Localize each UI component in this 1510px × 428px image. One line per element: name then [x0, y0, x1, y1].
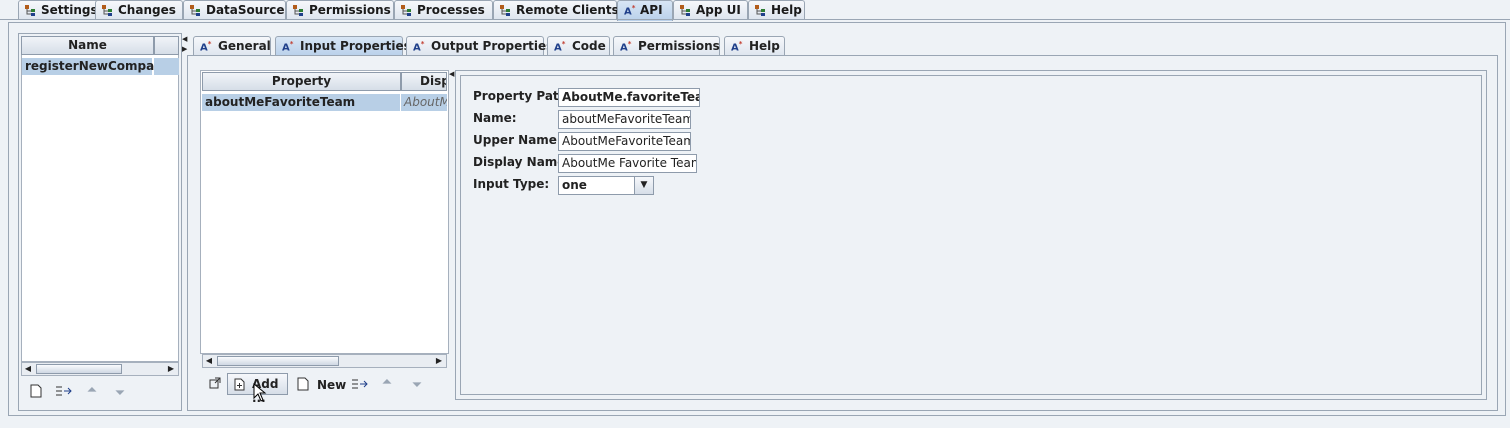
tab-help[interactable]: Help: [748, 0, 805, 20]
scroll-left-icon[interactable]: ◀: [204, 356, 214, 366]
tab-processes[interactable]: Processes: [394, 0, 493, 20]
chevron-down-icon[interactable]: ▼: [634, 176, 654, 195]
tab-label: DataSource: [206, 3, 285, 17]
tab-label: Processes: [417, 3, 485, 17]
tab-api[interactable]: A* API: [617, 0, 673, 21]
tree-icon: [190, 4, 202, 16]
tab-app-ui[interactable]: App UI: [673, 0, 748, 20]
tab-label: Permissions: [309, 3, 391, 17]
scroll-thumb[interactable]: [217, 356, 339, 366]
move-down-icon[interactable]: ⏷: [408, 378, 426, 396]
subtab-label: Permissions: [638, 39, 720, 53]
tab-label: App UI: [696, 3, 741, 17]
splitter-left-arrow-icon[interactable]: ◀: [182, 35, 187, 43]
tree-icon: [755, 4, 767, 16]
column-header-property[interactable]: Property: [202, 72, 401, 91]
subtab-input-properties[interactable]: A* Input Properties: [275, 36, 411, 56]
table-splitter-icon[interactable]: ◀: [449, 70, 454, 78]
open-external-icon[interactable]: [206, 377, 224, 395]
column-header-display[interactable]: Displ: [401, 72, 447, 91]
tab-label: Remote Clients: [516, 3, 619, 17]
tab-label: Help: [771, 3, 802, 17]
table-horizontal-scrollbar[interactable]: ◀ ▶: [202, 354, 447, 368]
subtab-code[interactable]: A* Code: [547, 36, 610, 56]
new-document-icon[interactable]: [27, 384, 45, 402]
column-header-extra[interactable]: [154, 36, 179, 55]
list-horizontal-scrollbar[interactable]: ◀ ▶: [21, 362, 179, 376]
mouse-cursor-icon: [253, 382, 267, 406]
tree-icon: [680, 4, 692, 16]
api-icon: A*: [413, 40, 425, 54]
display-name-field[interactable]: AboutMe Favorite Team: [558, 154, 697, 173]
subtab-label: Code: [572, 39, 606, 53]
name-label: Name:: [473, 111, 517, 125]
upper-name-label: Upper Name:: [473, 133, 562, 147]
api-icon: A*: [554, 40, 566, 54]
tab-label: Settings: [41, 3, 98, 17]
property-table: [200, 70, 449, 354]
tab-remote-clients[interactable]: Remote Clients: [493, 0, 619, 20]
scroll-right-icon[interactable]: ▶: [166, 364, 176, 374]
display-name-label: Display Name:: [473, 155, 571, 169]
api-icon: A*: [624, 4, 636, 18]
api-icon: A*: [200, 40, 212, 54]
list-toolbar: ⏶ ⏷: [21, 378, 179, 408]
export-arrow-icon[interactable]: [351, 377, 369, 395]
tab-strip-border: [0, 19, 1510, 20]
table-cell-display[interactable]: AboutMe: [401, 94, 447, 111]
tree-icon: [102, 4, 114, 16]
subtab-label: Input Properties: [300, 39, 411, 53]
tab-changes[interactable]: Changes: [95, 0, 183, 20]
input-type-select[interactable]: one: [558, 176, 635, 195]
move-down-icon[interactable]: ⏷: [111, 386, 129, 404]
property-toolbar: Add ... New ⏶ ⏷: [200, 371, 449, 405]
splitter-right-arrow-icon[interactable]: ▶: [182, 45, 187, 53]
api-list: [21, 36, 179, 362]
column-header-name[interactable]: Name: [21, 36, 154, 55]
tree-icon: [25, 4, 37, 16]
api-icon: A*: [282, 40, 294, 54]
tree-icon: [293, 4, 305, 16]
api-icon: A*: [731, 40, 743, 54]
new-button[interactable]: New: [317, 378, 346, 392]
input-type-label: Input Type:: [473, 177, 550, 191]
upper-name-field[interactable]: AboutMeFavoriteTeam: [558, 132, 691, 151]
tab-label: Changes: [118, 3, 176, 17]
export-arrow-icon[interactable]: [55, 384, 73, 402]
tree-icon: [401, 4, 413, 16]
list-item[interactable]: registerNewCompany: [22, 58, 171, 75]
subtab-label: Output Properties: [431, 39, 554, 53]
list-item-cell[interactable]: [154, 58, 179, 75]
scroll-thumb[interactable]: [36, 364, 122, 374]
tree-icon: [500, 4, 512, 16]
subtab-permissions[interactable]: A* Permissions: [613, 36, 720, 56]
scroll-right-icon[interactable]: ▶: [434, 356, 444, 366]
subtab-output-properties[interactable]: A* Output Properties: [406, 36, 553, 56]
subtab-general[interactable]: A* General: [193, 36, 271, 56]
tab-settings[interactable]: Settings: [18, 0, 101, 20]
tab-permissions[interactable]: Permissions: [286, 0, 394, 20]
tab-label: API: [640, 3, 663, 17]
move-up-icon[interactable]: ⏶: [83, 383, 101, 401]
property-path-field[interactable]: AboutMe.favoriteTeam: [558, 88, 700, 107]
move-up-icon[interactable]: ⏶: [378, 375, 396, 393]
api-icon: A*: [620, 40, 632, 54]
subtab-label: Help: [749, 39, 780, 53]
subtab-help[interactable]: A* Help: [724, 36, 785, 56]
new-document-icon[interactable]: [294, 377, 312, 395]
scroll-left-icon[interactable]: ◀: [23, 364, 33, 374]
tab-datasource[interactable]: DataSource: [183, 0, 286, 20]
subtab-label: General: [218, 39, 271, 53]
name-field[interactable]: aboutMeFavoriteTeam: [558, 110, 691, 129]
add-document-icon: [234, 378, 245, 394]
table-row[interactable]: aboutMeFavoriteTeam: [202, 94, 400, 111]
